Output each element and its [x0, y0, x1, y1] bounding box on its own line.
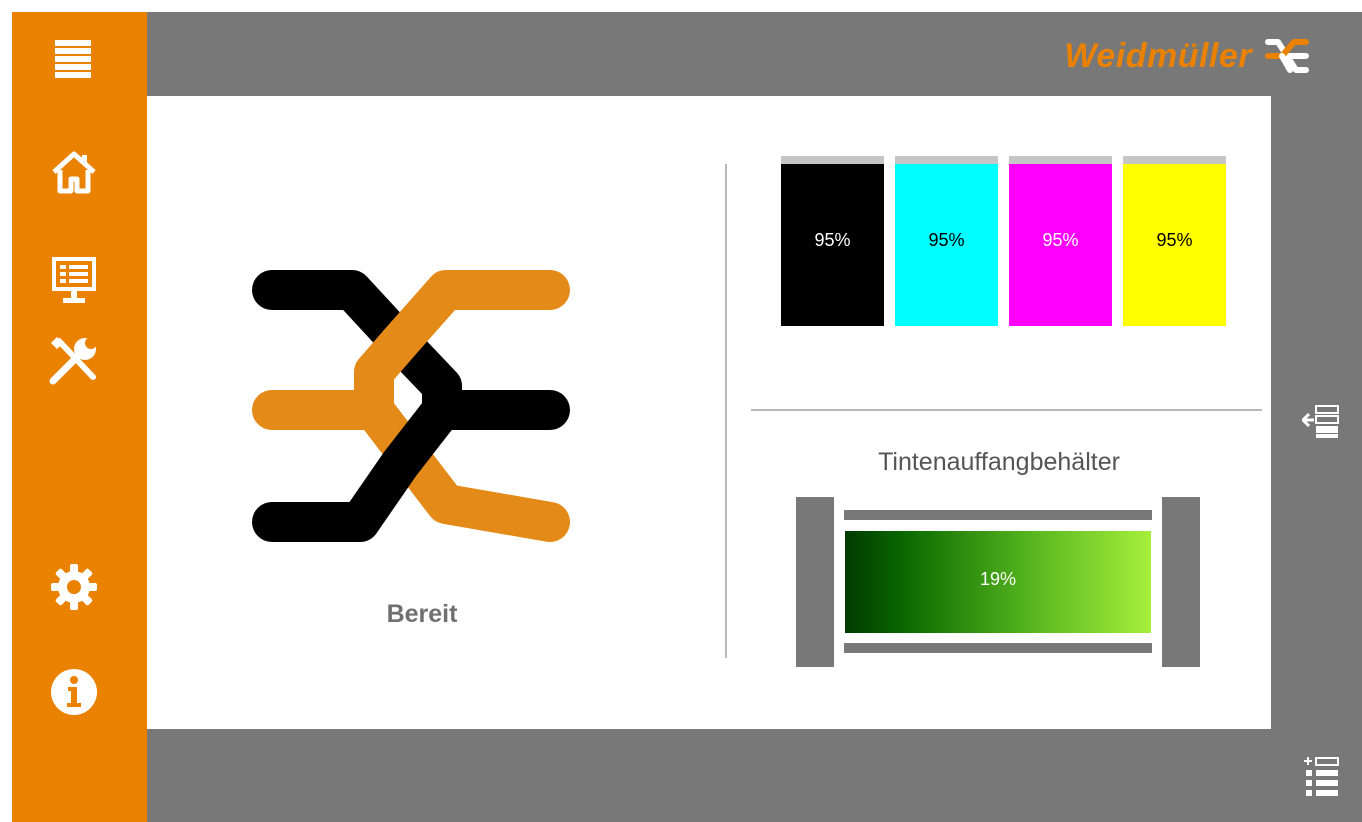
- ink-cap: [1009, 156, 1112, 164]
- settings-button[interactable]: [42, 555, 106, 619]
- tank-rail-bottom: [844, 643, 1152, 653]
- sidebar: [12, 12, 147, 822]
- ink-cap: [1123, 156, 1226, 164]
- list-settings-icon: [1304, 757, 1339, 796]
- collapse-panel-icon: [1302, 405, 1339, 438]
- tank-post-left: [796, 497, 834, 667]
- vertical-divider: [725, 164, 727, 658]
- menu-icon: [55, 40, 91, 78]
- home-icon: [52, 151, 96, 194]
- tank-title: Tintenauffangbehälter: [878, 448, 1120, 476]
- ink-level: 95%: [928, 230, 965, 250]
- tools-button[interactable]: [42, 328, 106, 392]
- brand-name: Weidmüller: [1064, 36, 1252, 75]
- monitor-button[interactable]: [42, 249, 106, 313]
- list-settings-button[interactable]: [1290, 750, 1354, 802]
- menu-button[interactable]: [42, 26, 106, 90]
- brand-mark-icon: [1265, 39, 1309, 73]
- monitor-icon: [52, 257, 96, 303]
- ink-cap: [895, 156, 998, 164]
- status-label: Bereit: [386, 600, 458, 628]
- tank-post-right: [1162, 497, 1200, 667]
- ink-yellow: 95%: [1123, 156, 1226, 326]
- brand-logo: Weidmüller: [1064, 36, 1310, 76]
- gear-icon: [51, 564, 97, 610]
- ink-level: 95%: [1156, 230, 1193, 250]
- ink-cap: [781, 156, 884, 164]
- ink-level: 95%: [814, 230, 851, 250]
- tank-level-bar: 19%: [845, 531, 1151, 633]
- home-button[interactable]: [42, 140, 106, 204]
- tank-rail-top: [844, 510, 1152, 520]
- collapse-panel-button[interactable]: [1290, 394, 1354, 446]
- horizontal-divider: [751, 409, 1262, 411]
- tank-level: 19%: [979, 569, 1017, 589]
- tools-icon: [49, 337, 97, 385]
- ink-level: 95%: [1042, 230, 1079, 250]
- info-icon: [51, 669, 97, 715]
- info-button[interactable]: [42, 660, 106, 724]
- ink-cyan: 95%: [895, 156, 998, 326]
- status-logo-icon: [252, 270, 570, 542]
- ink-magenta: 95%: [1009, 156, 1112, 326]
- ink-black: 95%: [781, 156, 884, 326]
